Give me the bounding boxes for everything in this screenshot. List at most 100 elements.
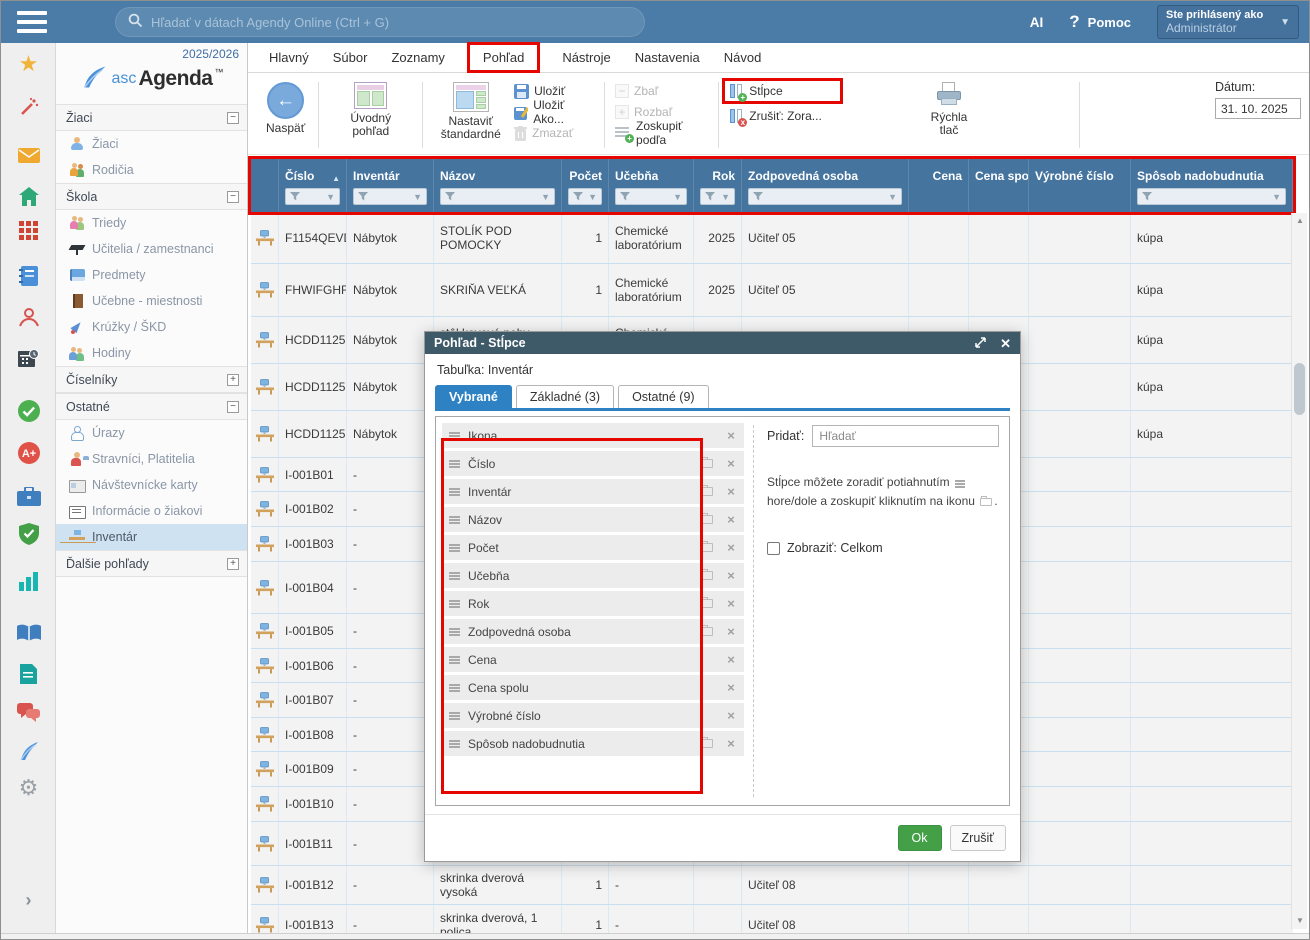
remove-column-icon[interactable]: × xyxy=(725,709,737,722)
dialog-tab[interactable]: Vybrané xyxy=(435,385,512,408)
date-input[interactable] xyxy=(1215,98,1301,119)
sidebar-item[interactable]: Stravníci, Platitelia xyxy=(56,446,247,472)
remove-column-icon[interactable]: × xyxy=(725,429,737,442)
drag-handle-icon[interactable] xyxy=(449,460,460,462)
edupage-pen-icon[interactable] xyxy=(1,739,56,763)
column-item[interactable]: Rok × xyxy=(442,591,744,616)
group-toggle-icon[interactable]: − xyxy=(227,112,239,124)
quick-print-button[interactable]: Rýchla tlač xyxy=(915,80,983,139)
menu-tab[interactable]: Nastavenia xyxy=(624,47,711,68)
remove-column-icon[interactable]: × xyxy=(725,513,737,526)
dialog-tab[interactable]: Ostatné (9) xyxy=(618,385,709,408)
calendar-icon[interactable] xyxy=(1,346,56,370)
remove-column-icon[interactable]: × xyxy=(725,625,737,638)
column-item[interactable]: Zodpovedná osoba × xyxy=(442,619,744,644)
remove-column-icon[interactable]: × xyxy=(725,653,737,666)
remove-column-icon[interactable]: × xyxy=(725,485,737,498)
column-header[interactable]: Výrobné číslo▲ ▼ xyxy=(1029,159,1131,212)
group-folder-icon[interactable] xyxy=(700,487,713,496)
column-filter[interactable]: ▼ xyxy=(353,188,427,205)
set-default-button[interactable]: Nastaviť štandardné xyxy=(430,80,511,143)
table-row[interactable]: F1154QEVD Nábytok STOLÍK POD POMOCKY 1 C… xyxy=(251,212,1293,264)
sidebar-item[interactable]: Krúžky / ŠKD xyxy=(56,314,247,340)
statistics-icon[interactable] xyxy=(1,569,56,593)
table-row[interactable]: I-001B13 - skrinka dverová, 1 polica 1 -… xyxy=(251,905,1293,933)
search-input[interactable] xyxy=(151,15,632,30)
attendance-check-icon[interactable] xyxy=(1,399,56,423)
show-total-checkbox[interactable]: Zobraziť: Celkom xyxy=(767,541,999,555)
drag-handle-icon[interactable] xyxy=(449,656,460,658)
sidebar-item[interactable]: Učitelia / zamestnanci xyxy=(56,236,247,262)
user-menu[interactable]: Ste prihlásený ako Administrátor ▼ xyxy=(1157,5,1299,39)
remove-column-icon[interactable]: × xyxy=(725,681,737,694)
ok-button[interactable]: Ok xyxy=(898,825,942,851)
group-folder-icon[interactable] xyxy=(700,515,713,524)
collapse-button[interactable]: − Zbaľ xyxy=(612,82,711,100)
sidebar-group[interactable]: Žiaci − xyxy=(56,104,247,131)
menu-tab[interactable]: Zoznamy xyxy=(380,47,455,68)
back-button[interactable]: ← Naspäť xyxy=(260,80,311,137)
sidebar-group[interactable]: Škola − xyxy=(56,183,247,210)
group-toggle-icon[interactable]: − xyxy=(227,191,239,203)
settings-gear-icon[interactable]: ⚙ xyxy=(1,776,56,800)
help-button[interactable]: ? Pomoc xyxy=(1069,12,1131,32)
dialog-tab[interactable]: Základné (3) xyxy=(516,385,614,408)
delete-button[interactable]: Zmazať xyxy=(511,124,597,142)
briefcase-icon[interactable] xyxy=(1,484,56,508)
star-icon[interactable]: ★ xyxy=(1,52,56,76)
column-filter[interactable]: ▼ xyxy=(568,188,602,205)
save-as-button[interactable]: Uložiť Ako... xyxy=(511,103,597,121)
column-header[interactable]: Inventár▲ ▼ xyxy=(347,159,434,212)
hamburger-menu-icon[interactable] xyxy=(17,11,47,33)
timetable-icon[interactable] xyxy=(1,219,56,243)
menu-tab[interactable]: Pohľad xyxy=(472,47,535,68)
column-header[interactable]: Učebňa▲ ▼ xyxy=(609,159,694,212)
home-view-button[interactable]: Úvodný pohľad xyxy=(326,80,415,140)
drag-handle-icon[interactable] xyxy=(449,516,460,518)
drag-handle-icon[interactable] xyxy=(449,684,460,686)
column-header[interactable]: Cena spolu▲ ▼ xyxy=(969,159,1029,212)
columns-button[interactable]: + Stĺpce xyxy=(726,82,839,100)
sidebar-item[interactable]: Rodičia xyxy=(56,157,247,183)
group-folder-icon[interactable] xyxy=(700,739,713,748)
sidebar-item[interactable]: Žiaci xyxy=(56,131,247,157)
column-header[interactable]: Názov▲ ▼ xyxy=(434,159,562,212)
menu-tab[interactable]: Nástroje xyxy=(551,47,621,68)
group-folder-icon[interactable] xyxy=(700,543,713,552)
column-item[interactable]: Číslo × xyxy=(442,451,744,476)
column-filter[interactable]: ▼ xyxy=(700,188,735,205)
remove-column-icon[interactable]: × xyxy=(725,569,737,582)
column-header[interactable]: Počet▲ ▼ xyxy=(562,159,609,212)
drag-handle-icon[interactable] xyxy=(449,432,460,434)
close-icon[interactable]: ✕ xyxy=(1000,337,1011,350)
sidebar-item[interactable]: Učebne - miestnosti xyxy=(56,288,247,314)
cancel-button[interactable]: Zrušiť xyxy=(950,825,1006,851)
column-item[interactable]: Výrobné číslo × xyxy=(442,703,744,728)
remove-column-icon[interactable]: × xyxy=(725,541,737,554)
column-filter[interactable]: ▼ xyxy=(440,188,555,205)
menu-tab[interactable]: Návod xyxy=(713,47,773,68)
mail-icon[interactable] xyxy=(1,143,56,167)
column-header[interactable]: Rok▲ ▼ xyxy=(694,159,742,212)
expand-arrow-icon[interactable]: › xyxy=(1,888,56,912)
sidebar-item[interactable]: Triedy xyxy=(56,210,247,236)
scroll-up-icon[interactable]: ▲ xyxy=(1292,213,1308,229)
column-item[interactable]: Cena spolu × xyxy=(442,675,744,700)
sidebar-item[interactable]: Návštevnícke karty xyxy=(56,472,247,498)
scroll-down-icon[interactable]: ▼ xyxy=(1292,913,1308,929)
grades-icon[interactable]: A+ xyxy=(1,441,56,465)
drag-handle-icon[interactable] xyxy=(449,600,460,602)
group-toggle-icon[interactable]: + xyxy=(227,558,239,570)
sidebar-item[interactable]: Informácie o žiakovi xyxy=(56,498,247,524)
column-filter[interactable]: ▼ xyxy=(615,188,687,205)
group-folder-icon[interactable] xyxy=(700,571,713,580)
column-item[interactable]: Cena × xyxy=(442,647,744,672)
column-item[interactable]: Ikona × xyxy=(442,423,744,448)
column-item[interactable]: Inventár × xyxy=(442,479,744,504)
sidebar-item[interactable]: Inventár xyxy=(56,524,247,550)
group-folder-icon[interactable] xyxy=(700,459,713,468)
column-filter[interactable]: ▼ xyxy=(748,188,902,205)
drag-handle-icon[interactable] xyxy=(449,712,460,714)
substitutions-icon[interactable] xyxy=(1,305,56,329)
group-toggle-icon[interactable]: − xyxy=(227,401,239,413)
